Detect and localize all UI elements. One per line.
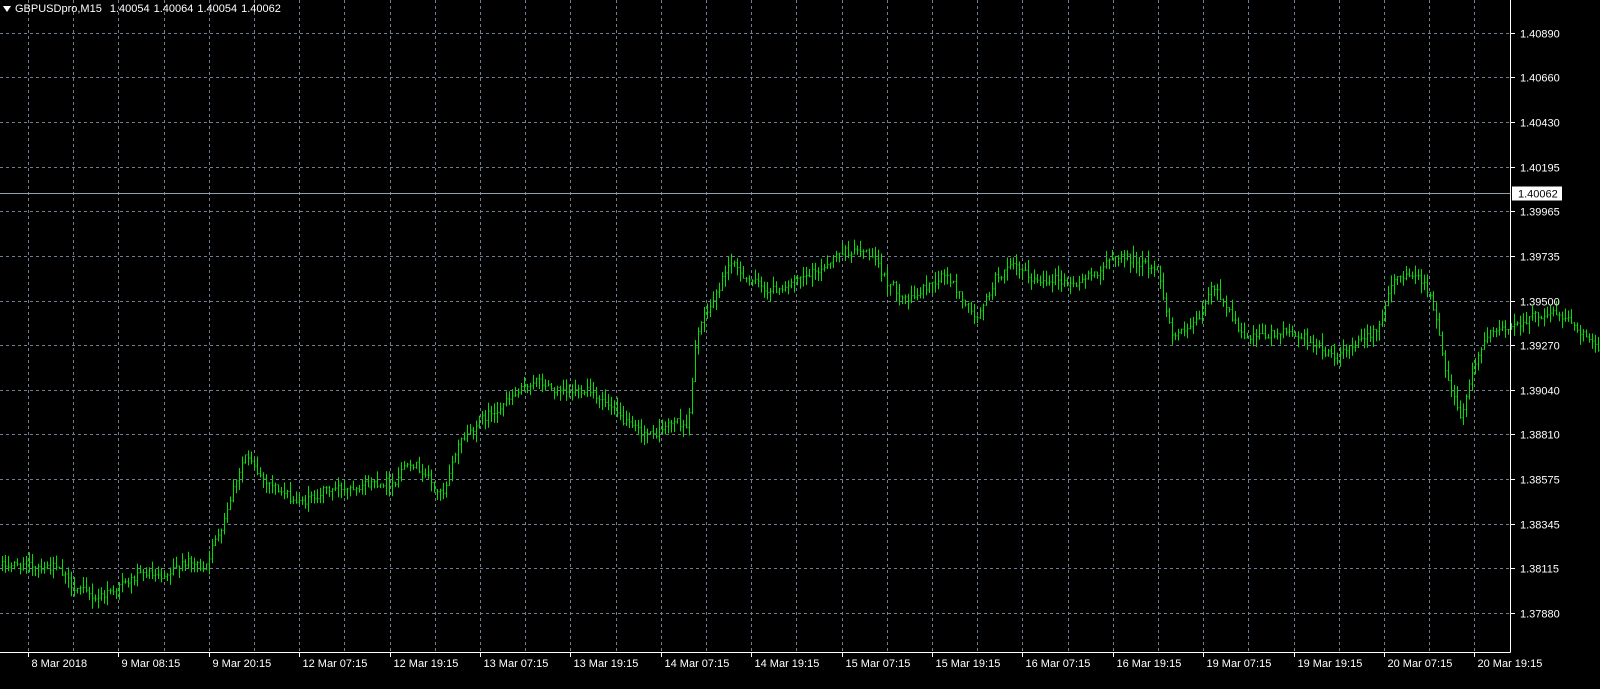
y-tick-label: 1.40430 — [1520, 118, 1560, 130]
y-tick-label: 1.39965 — [1520, 207, 1560, 219]
chart-header: GBPUSDpro,M15 1.40054 1.40064 1.40054 1.… — [2, 1, 285, 17]
x-tick-label: 20 Mar 19:15 — [1478, 658, 1543, 670]
ohlc-close: 1.40062 — [241, 3, 281, 15]
current-price-label: 1.40062 — [1518, 189, 1558, 201]
x-tick-label: 15 Mar 19:15 — [936, 658, 1001, 670]
current-price-marker: 1.40062 — [0, 186, 1562, 201]
x-tick-label: 12 Mar 07:15 — [303, 658, 368, 670]
chart-window[interactable]: 1.40890 1.40660 1.40430 1.40195 1.39965 1.397… — [0, 0, 1600, 689]
axes: 1.40890 1.40660 1.40430 1.40195 1.39965 1.397… — [0, 0, 1560, 670]
x-tick-label: 9 Mar 08:15 — [122, 658, 181, 670]
price-chart[interactable]: 1.40890 1.40660 1.40430 1.40195 1.39965 1.397… — [0, 0, 1600, 689]
x-tick-label: 8 Mar 2018 — [32, 658, 88, 670]
x-tick-label: 13 Mar 19:15 — [574, 658, 639, 670]
y-tick-label: 1.39270 — [1520, 341, 1560, 353]
x-tick-label: 16 Mar 19:15 — [1117, 658, 1182, 670]
dropdown-triangle-icon[interactable] — [3, 6, 11, 12]
y-tick-label: 1.40195 — [1520, 163, 1560, 175]
x-tick-label: 12 Mar 19:15 — [394, 658, 459, 670]
y-tick-label: 1.39040 — [1520, 386, 1560, 398]
x-tick-label: 19 Mar 07:15 — [1207, 658, 1272, 670]
x-tick-label: 14 Mar 07:15 — [665, 658, 730, 670]
y-tick-label: 1.38345 — [1520, 520, 1560, 532]
y-tick-label: 1.38115 — [1520, 564, 1559, 576]
y-tick-label: 1.40660 — [1520, 73, 1560, 85]
x-tick-label: 9 Mar 20:15 — [213, 658, 272, 670]
x-tick-label: 19 Mar 19:15 — [1298, 658, 1363, 670]
symbol-timeframe-label: GBPUSDpro,M15 — [15, 3, 102, 15]
y-tick-label: 1.38575 — [1520, 475, 1560, 487]
candles — [1, 239, 1600, 609]
x-tick-label: 15 Mar 07:15 — [846, 658, 911, 670]
y-tick-label: 1.38810 — [1520, 430, 1560, 442]
x-tick-label: 14 Mar 19:15 — [755, 658, 820, 670]
ohlc-high: 1.40064 — [153, 3, 194, 15]
y-tick-label: 1.39500 — [1520, 297, 1560, 309]
x-tick-label: 20 Mar 07:15 — [1388, 658, 1453, 670]
y-tick-label: 1.40890 — [1520, 29, 1560, 41]
y-tick-label: 1.39735 — [1520, 252, 1560, 264]
y-tick-label: 1.37880 — [1520, 609, 1560, 621]
ohlc-low: 1.40054 — [197, 3, 238, 15]
ohlc-open: 1.40054 — [109, 3, 150, 15]
x-tick-label: 13 Mar 07:15 — [484, 658, 549, 670]
x-tick-label: 16 Mar 07:15 — [1026, 658, 1091, 670]
